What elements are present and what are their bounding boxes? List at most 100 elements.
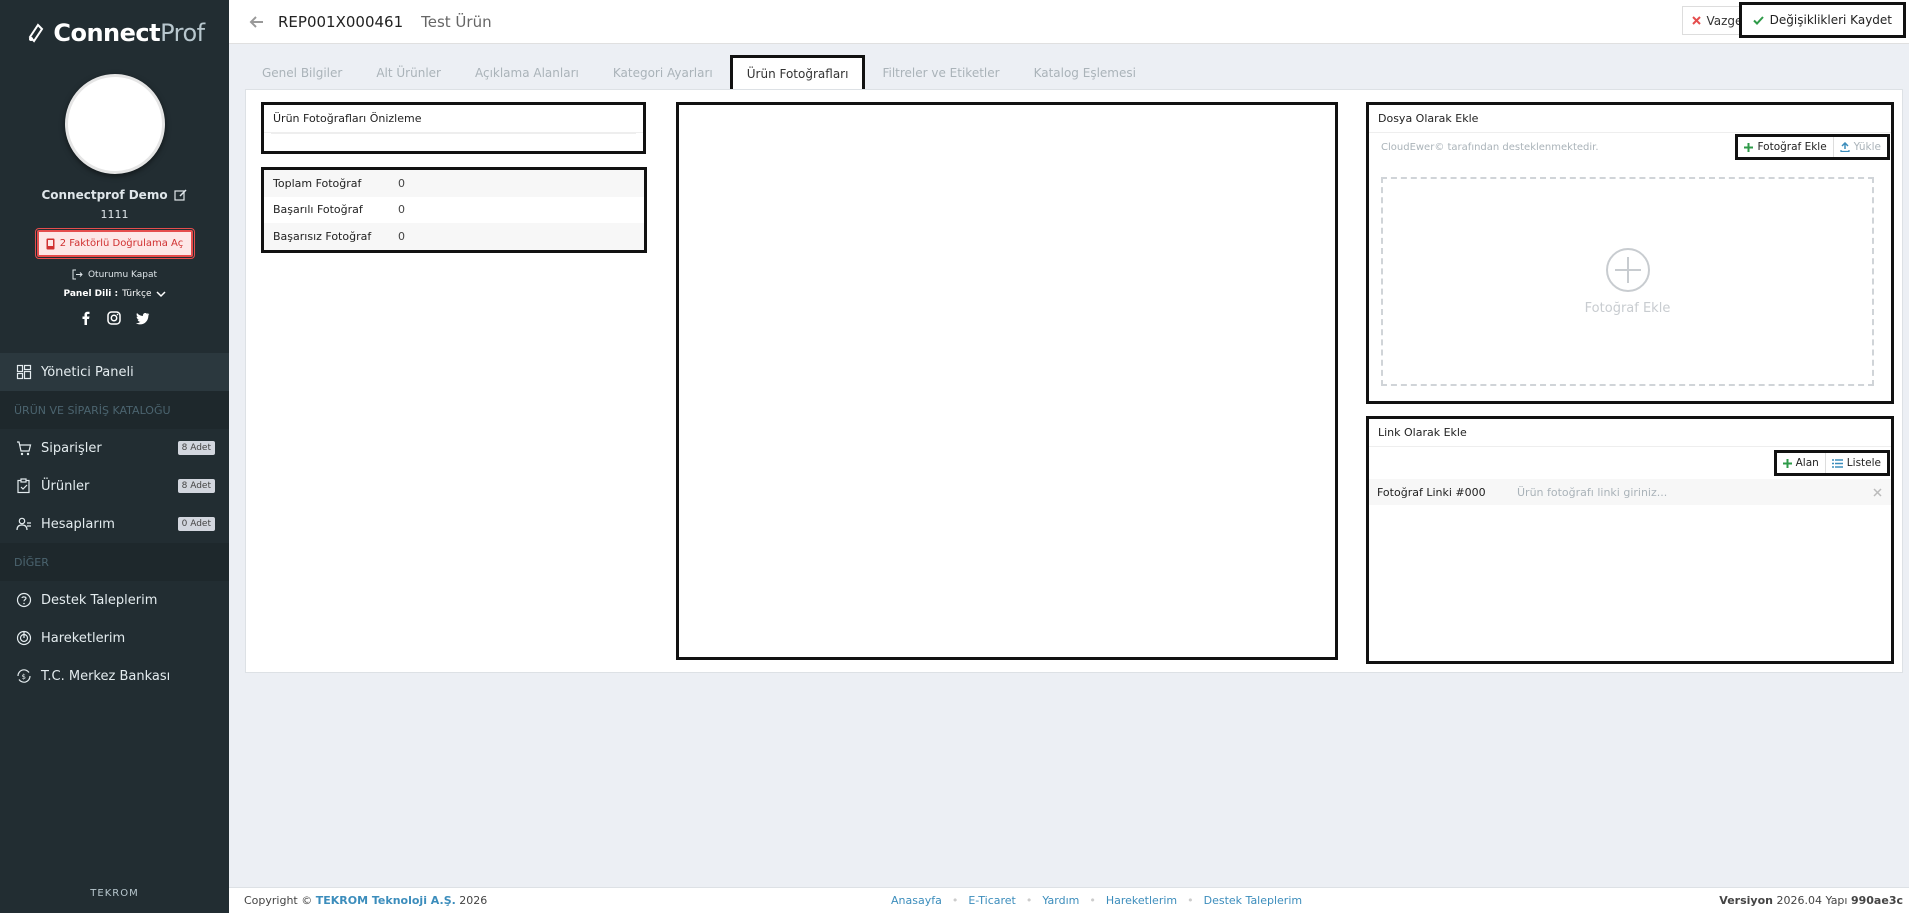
tab-filters[interactable]: Filtreler ve Etiketler [865,56,1016,90]
link-toolbar: Alan Listele [1369,447,1891,479]
footer-link-ecommerce[interactable]: E-Ticaret [968,894,1016,907]
clipboard-check-icon [17,478,30,494]
products-count-badge: 8 Adet [177,479,215,493]
upload-button[interactable]: Yükle [1834,137,1887,157]
close-icon [1692,16,1702,25]
copyright-prefix: Copyright © [244,894,313,907]
tab-bar: Genel Bilgiler Alt Ürünler Açıklama Alan… [245,55,1153,90]
photo-gallery-area [676,102,1338,660]
list-icon [1831,458,1843,468]
facebook-icon[interactable] [79,311,93,325]
footer-link-home[interactable]: Anasayfa [891,894,942,907]
social-links [0,311,229,325]
logo-icon [29,23,44,43]
sidebar-item-products[interactable]: Ürünler 8 Adet [0,467,229,505]
twitter-icon[interactable] [135,311,150,325]
stats-row-success: Başarılı Fotoğraf 0 [264,197,644,224]
photo-dropzone[interactable]: Fotoğraf Ekle [1381,177,1874,386]
separator: • [1089,894,1096,907]
list-label: Listele [1846,457,1881,469]
brand-logo[interactable]: Connect Prof [0,0,229,66]
add-photo-button[interactable]: Fotoğraf Ekle [1738,137,1834,157]
stats-value: 0 [398,176,405,190]
phone-icon [46,238,55,249]
company-link[interactable]: TEKROM Teknoloji A.Ş. [316,894,456,907]
tab-categories[interactable]: Kategori Ayarları [596,56,730,90]
tab-general[interactable]: Genel Bilgiler [245,56,359,90]
separator: • [1025,894,1033,907]
version-value: 2026.04 [1776,894,1822,907]
back-arrow-icon[interactable] [249,14,265,30]
add-photo-label: Fotoğraf Ekle [1757,141,1827,153]
file-actions: Fotoğraf Ekle Yükle [1735,134,1890,160]
sidebar-item-bank[interactable]: $ T.C. Merkez Bankası [0,657,229,695]
brand-part1: Connect [53,19,161,47]
stats-label: Başarılı Fotoğraf [273,203,363,217]
link-actions: Alan Listele [1773,450,1890,476]
add-field-button[interactable]: Alan [1777,453,1826,473]
tab-descriptions[interactable]: Açıklama Alanları [458,56,596,90]
logout-label: Oturumu Kapat [87,269,158,280]
version-info: Versiyon 2026.04 Yapı 990ae3c [1719,894,1903,907]
sidebar-item-dashboard[interactable]: Yönetici Paneli [0,353,229,391]
sidebar: Connect Prof Connectprof Demo 1111 2 Fakt… [0,0,229,913]
footer-brand: TEKROM [90,888,139,899]
stats-row-failed: Başarısız Fotoğraf 0 [264,223,644,250]
separator: • [1187,894,1194,907]
accounts-count-badge: 0 Adet [177,517,215,531]
panel-language[interactable]: Panel Dili : Türkçe [0,289,229,299]
svg-text:$: $ [22,673,26,681]
tab-content: Ürün Fotoğrafları Önizleme Toplam Fotoğr… [245,89,1903,673]
sidebar-item-label: T.C. Merkez Bankası [41,668,171,684]
sidebar-nav: Yönetici Paneli ÜRÜN VE SİPARİŞ KATALOĞU… [0,353,229,695]
instagram-icon[interactable] [107,311,121,325]
nav-section-catalog: ÜRÜN VE SİPARİŞ KATALOĞU [0,391,229,429]
save-changes-button[interactable]: Değişiklikleri Kaydet [1738,2,1906,38]
footer-link-movements[interactable]: Hareketlerim [1106,894,1177,907]
photo-preview-panel: Ürün Fotoğrafları Önizleme [261,102,646,154]
sidebar-item-support[interactable]: Destek Taleplerim [0,581,229,619]
footer-link-support[interactable]: Destek Taleplerim [1204,894,1302,907]
upload-icon [1840,142,1850,152]
build-label: Yapı [1825,894,1848,907]
currency-exchange-icon: $ [17,669,31,683]
upload-label: Yükle [1853,141,1881,153]
tab-photos[interactable]: Ürün Fotoğrafları [729,55,866,90]
twofa-button[interactable]: 2 Faktörlü Doğrulama Aç [34,228,195,259]
sidebar-item-movements[interactable]: Hareketlerim [0,619,229,657]
photo-stats-panel: Toplam Fotoğraf 0 Başarılı Fotoğraf 0 Ba… [261,167,647,253]
sidebar-item-orders[interactable]: Siparişler 8 Adet [0,429,229,467]
footer-link-help[interactable]: Yardım [1042,894,1079,907]
users-icon [16,517,31,531]
plus-icon [1744,142,1754,152]
tab-catalog-mapping[interactable]: Katalog Eşlemesi [1017,56,1153,90]
photo-link-input[interactable]: Ürün fotoğrafı linki giriniz... [1517,486,1667,499]
list-button[interactable]: Listele [1826,453,1887,473]
copyright: Copyright © TEKROM Teknoloji A.Ş. 2026 [244,894,487,907]
page-footer: Copyright © TEKROM Teknoloji A.Ş. 2026 A… [229,887,1909,913]
user-name: Connectprof Demo [41,188,168,202]
stats-value: 0 [398,229,405,243]
photo-link-row: Fotoğraf Linki #000 Ürün fotoğrafı linki… [1369,479,1891,505]
product-code: REP001X000461 [278,12,404,31]
logout-icon [72,269,83,280]
stats-label: Başarısız Fotoğraf [273,229,372,243]
stats-row-total: Toplam Fotoğraf 0 [264,170,644,197]
remove-icon[interactable] [1873,487,1882,497]
sidebar-item-accounts[interactable]: Hesaplarım 0 Adet [0,505,229,543]
user-id: 1111 [100,208,129,221]
plus-circle-icon [1605,248,1650,292]
help-circle-icon [16,592,32,608]
edit-icon[interactable] [173,188,188,202]
dashboard-icon [16,364,32,380]
logout-link[interactable]: Oturumu Kapat [0,269,229,280]
check-icon [1752,15,1764,25]
dropzone-label: Fotoğraf Ekle [1584,301,1671,316]
preview-strip[interactable] [271,133,636,148]
tab-sub-products[interactable]: Alt Ürünler [359,56,458,90]
page-header: REP001X000461 Test Ürün Vazgeç Değişikli… [229,0,1909,44]
stats-value: 0 [398,203,405,217]
photo-link-label: Fotoğraf Linki #000 [1377,485,1486,499]
sidebar-item-label: Siparişler [41,440,102,456]
separator: • [951,894,959,907]
